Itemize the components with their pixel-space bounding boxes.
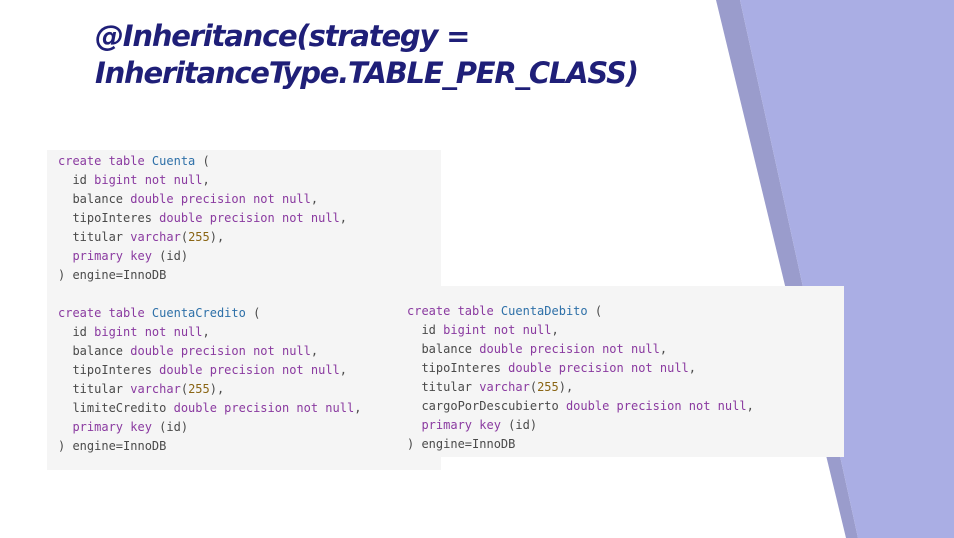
code-text: tipoInteres: [58, 211, 160, 225]
code-text: balance: [58, 344, 131, 358]
accent-shape-light: [740, 0, 954, 538]
code-text: (: [529, 380, 538, 394]
table-name: CuentaCredito: [151, 306, 246, 320]
sql-block-cuenta-debito: create table CuentaDebito ( id bigint no…: [407, 302, 844, 454]
sql-keyword: create table: [58, 306, 152, 320]
sql-block-cuenta-credito: create table CuentaCredito ( id bigint n…: [58, 304, 441, 456]
sql-keyword: bigint not null: [94, 325, 203, 339]
code-text: ,: [688, 361, 697, 375]
sql-keyword: double precision not null: [130, 192, 311, 206]
code-text: balance: [58, 192, 131, 206]
code-text: titular: [58, 382, 131, 396]
code-text: ),: [209, 230, 225, 244]
block-separator: [58, 285, 441, 304]
number-literal: 255: [188, 382, 210, 396]
code-text: (: [180, 382, 189, 396]
code-line: titular varchar(255),: [58, 228, 441, 247]
table-name: CuentaDebito: [500, 304, 588, 318]
code-line: cargoPorDescubierto double precision not…: [407, 397, 844, 416]
code-line: limiteCredito double precision not null,: [58, 399, 441, 418]
sql-keyword: double precision not null: [159, 363, 340, 377]
code-text: ,: [310, 192, 319, 206]
code-text: (: [180, 230, 189, 244]
sql-code-panel-left: create table Cuenta ( id bigint not null…: [47, 150, 441, 470]
slide-title-line-1: @Inheritance(strategy =: [95, 19, 470, 53]
sql-keyword: create table: [407, 304, 501, 318]
code-text: ,: [551, 323, 559, 337]
code-line: balance double precision not null,: [58, 190, 441, 209]
sql-block-cuenta: create table Cuenta ( id bigint not null…: [58, 152, 441, 285]
code-line: id bigint not null,: [58, 171, 441, 190]
slide-title-line-2: InheritanceType.TABLE_PER_CLASS): [95, 56, 639, 90]
sql-keyword: varchar: [479, 380, 530, 394]
sql-keyword: create table: [58, 154, 152, 168]
code-text: ,: [659, 342, 668, 356]
code-line: primary key (id): [58, 418, 441, 437]
code-line: balance double precision not null,: [407, 340, 844, 359]
sql-keyword: varchar: [130, 230, 181, 244]
code-text: tipoInteres: [58, 363, 160, 377]
code-text: ,: [339, 211, 348, 225]
code-text: ) engine=InnoDB: [407, 437, 516, 451]
sql-keyword: double precision not null: [173, 401, 355, 415]
code-text: titular: [58, 230, 131, 244]
code-text: ,: [310, 344, 319, 358]
code-line: ) engine=InnoDB: [407, 435, 844, 454]
code-line: titular varchar(255),: [58, 380, 441, 399]
code-text: ,: [746, 399, 754, 413]
sql-keyword: double precision not null: [565, 399, 747, 413]
code-line: ) engine=InnoDB: [58, 266, 441, 285]
sql-keyword: bigint not null: [94, 173, 203, 187]
sql-keyword: double precision not null: [508, 361, 689, 375]
code-text: limiteCredito: [58, 401, 174, 415]
code-text: id: [407, 323, 444, 337]
code-line: create table CuentaDebito (: [407, 302, 844, 321]
code-line: id bigint not null,: [407, 321, 844, 340]
code-line: primary key (id): [58, 247, 441, 266]
slide-title: @Inheritance(strategy = InheritanceType.…: [95, 18, 695, 92]
table-name: Cuenta: [151, 154, 196, 168]
code-text: ,: [354, 401, 362, 415]
code-text: id: [58, 173, 95, 187]
code-text: (: [195, 154, 210, 168]
code-line: titular varchar(255),: [407, 378, 844, 397]
code-text: balance: [407, 342, 480, 356]
sql-code-panel-right: create table CuentaDebito ( id bigint no…: [396, 286, 844, 457]
code-text: (: [245, 306, 261, 320]
code-text: ),: [558, 380, 574, 394]
sql-keyword: double precision not null: [130, 344, 311, 358]
code-text: ) engine=InnoDB: [58, 268, 167, 282]
code-line: tipoInteres double precision not null,: [58, 209, 441, 228]
sql-keyword: primary key: [58, 249, 152, 263]
code-text: cargoPorDescubierto: [407, 399, 566, 413]
code-line: create table Cuenta (: [58, 152, 441, 171]
code-line: tipoInteres double precision not null,: [58, 361, 441, 380]
sql-keyword: varchar: [130, 382, 181, 396]
code-text: ,: [339, 363, 348, 377]
code-text: titular: [407, 380, 480, 394]
code-line: create table CuentaCredito (: [58, 304, 441, 323]
code-text: (: [587, 304, 603, 318]
code-text: (id): [151, 420, 189, 434]
code-line: tipoInteres double precision not null,: [407, 359, 844, 378]
code-text: ) engine=InnoDB: [58, 439, 167, 453]
code-text: (id): [500, 418, 538, 432]
code-text: tipoInteres: [407, 361, 509, 375]
number-literal: 255: [188, 230, 210, 244]
sql-keyword: double precision not null: [479, 342, 660, 356]
code-line: ) engine=InnoDB: [58, 437, 441, 456]
code-text: (id): [151, 249, 189, 263]
sql-keyword: primary key: [407, 418, 501, 432]
sql-keyword: double precision not null: [159, 211, 340, 225]
code-text: id: [58, 325, 95, 339]
sql-keyword: bigint not null: [443, 323, 552, 337]
sql-keyword: primary key: [58, 420, 152, 434]
code-text: ),: [209, 382, 225, 396]
code-line: balance double precision not null,: [58, 342, 441, 361]
code-line: id bigint not null,: [58, 323, 441, 342]
code-line: primary key (id): [407, 416, 844, 435]
code-text: ,: [202, 173, 210, 187]
code-text: ,: [202, 325, 210, 339]
number-literal: 255: [537, 380, 559, 394]
